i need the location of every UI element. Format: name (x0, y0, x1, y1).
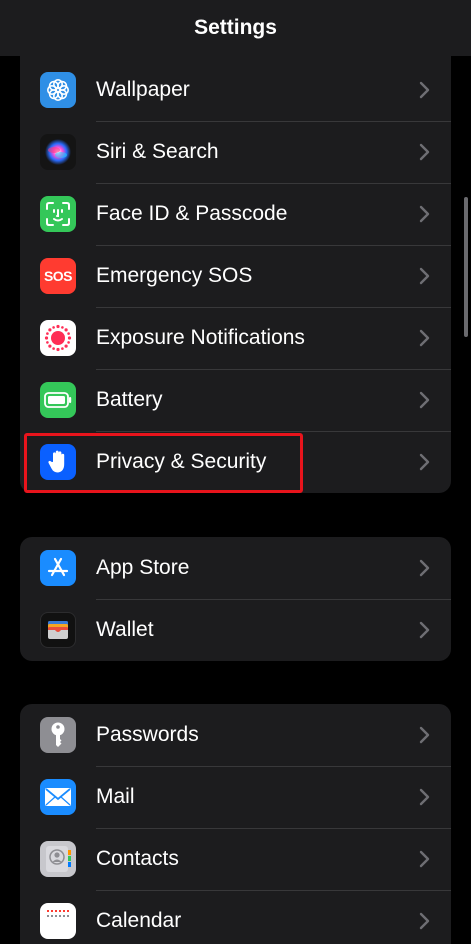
settings-row-label: Emergency SOS (96, 264, 253, 287)
scroll-indicator[interactable] (464, 197, 468, 337)
settings-row-emergency-sos[interactable]: SOS Emergency SOS (20, 245, 451, 307)
settings-row-calendar[interactable]: Calendar (20, 890, 451, 944)
calendar-icon (40, 903, 76, 939)
chevron-right-icon (419, 621, 430, 639)
battery-icon (40, 382, 76, 418)
exposure-icon (40, 320, 76, 356)
hand-icon (40, 444, 76, 480)
settings-row-contacts[interactable]: Contacts (20, 828, 451, 890)
chevron-right-icon (419, 205, 430, 223)
contacts-icon (40, 841, 76, 877)
chevron-right-icon (419, 267, 430, 285)
app-store-icon (40, 550, 76, 586)
settings-row-face-id[interactable]: Face ID & Passcode (20, 183, 451, 245)
siri-icon (40, 134, 76, 170)
chevron-right-icon (419, 559, 430, 577)
settings-row-mail[interactable]: Mail (20, 766, 451, 828)
settings-row-label: Privacy & Security (96, 450, 267, 473)
settings-group-1: Wallpaper Siri & Search Face ID & Passco… (20, 40, 451, 493)
settings-row-label: Contacts (96, 847, 179, 870)
settings-row-label: Passwords (96, 723, 199, 746)
settings-row-label: Battery (96, 388, 163, 411)
wallet-icon (40, 612, 76, 648)
chevron-right-icon (419, 329, 430, 347)
settings-row-wallpaper[interactable]: Wallpaper (20, 59, 451, 121)
settings-row-battery[interactable]: Battery (20, 369, 451, 431)
settings-row-label: Face ID & Passcode (96, 202, 288, 225)
chevron-right-icon (419, 143, 430, 161)
settings-group-3: Passwords Mail Contacts Calendar (20, 704, 451, 944)
chevron-right-icon (419, 850, 430, 868)
wallpaper-icon (40, 72, 76, 108)
page-title: Settings (194, 16, 277, 39)
row-divider (96, 766, 451, 767)
settings-group-2: App Store Wallet (20, 537, 451, 661)
chevron-right-icon (419, 391, 430, 409)
settings-row-app-store[interactable]: App Store (20, 537, 451, 599)
chevron-right-icon (419, 788, 430, 806)
settings-row-exposure[interactable]: Exposure Notifications (20, 307, 451, 369)
settings-row-passwords[interactable]: Passwords (20, 704, 451, 766)
settings-row-label: Calendar (96, 909, 182, 932)
settings-row-wallet[interactable]: Wallet (20, 599, 451, 661)
nav-header: Settings (0, 0, 471, 56)
chevron-right-icon (419, 912, 430, 930)
chevron-right-icon (419, 726, 430, 744)
mail-icon (40, 779, 76, 815)
sos-icon: SOS (40, 258, 76, 294)
chevron-right-icon (419, 453, 430, 471)
settings-row-label: Wallet (96, 618, 154, 641)
settings-row-label: Wallpaper (96, 78, 190, 101)
settings-row-label: Siri & Search (96, 140, 219, 163)
settings-row-privacy-security[interactable]: Privacy & Security (20, 431, 451, 493)
settings-row-label: Mail (96, 785, 135, 808)
key-icon (40, 717, 76, 753)
face-id-icon (40, 196, 76, 232)
settings-row-siri-search[interactable]: Siri & Search (20, 121, 451, 183)
chevron-right-icon (419, 81, 430, 99)
settings-row-label: App Store (96, 556, 190, 579)
settings-row-label: Exposure Notifications (96, 326, 305, 349)
